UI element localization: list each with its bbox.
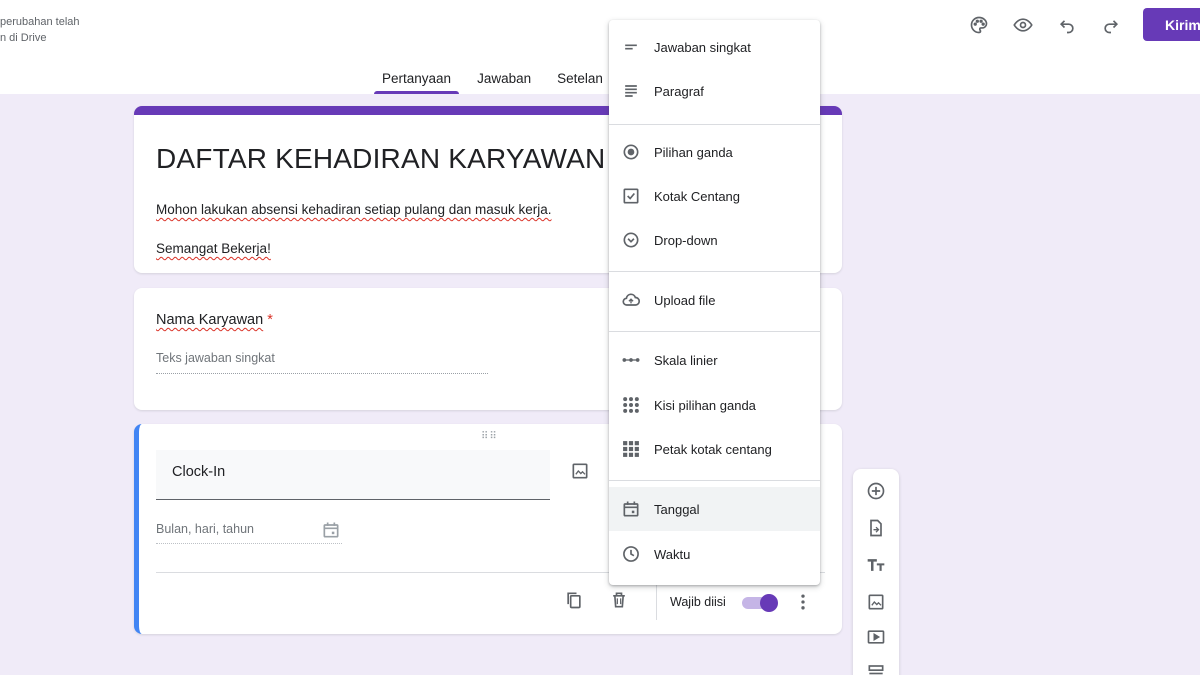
redo-icon[interactable]	[1092, 12, 1130, 38]
question-type-menu: Jawaban singkat Paragraf Pilihan ganda K…	[609, 20, 820, 585]
menu-item-label: Kotak Centang	[654, 188, 741, 204]
question-footer: Wajib diisi	[139, 584, 842, 620]
menu-item-dropdown[interactable]: Drop-down	[609, 218, 820, 262]
menu-item-date[interactable]: Tanggal	[609, 487, 820, 531]
menu-item-label: Petak kotak centang	[654, 441, 772, 457]
short-answer-placeholder: Teks jawaban singkat	[156, 351, 488, 374]
date-answer-field: Bulan, hari, tahun	[156, 520, 342, 544]
menu-item-multiple-choice-grid[interactable]: Kisi pilihan ganda	[609, 383, 820, 427]
save-status: perubahan telah n di Drive	[0, 14, 80, 46]
palette-icon[interactable]	[960, 12, 998, 38]
menu-item-label: Tanggal	[654, 501, 700, 517]
required-label: Wajib diisi	[670, 595, 726, 609]
menu-item-label: Waktu	[654, 546, 691, 562]
menu-divider	[609, 271, 820, 272]
toggle-thumb	[760, 594, 778, 612]
copy-icon[interactable]	[564, 590, 584, 615]
menu-item-label: Skala linier	[654, 352, 718, 368]
menu-item-multiple-choice[interactable]: Pilihan ganda	[609, 130, 820, 174]
menu-item-short-answer[interactable]: Jawaban singkat	[609, 25, 820, 69]
top-header: perubahan telah n di Drive Kirim Pertany…	[0, 0, 1200, 94]
add-video-icon[interactable]	[866, 627, 886, 647]
drag-handle-icon[interactable]: ⠿⠿	[481, 431, 498, 442]
tab-responses[interactable]: Jawaban	[469, 64, 539, 94]
undo-icon[interactable]	[1048, 12, 1086, 38]
add-question-icon[interactable]	[866, 481, 886, 501]
dropdown-icon	[621, 230, 641, 250]
menu-item-label: Paragraf	[654, 83, 704, 99]
save-status-line1: perubahan telah	[0, 16, 80, 28]
add-section-icon[interactable]	[866, 661, 886, 675]
menu-item-label: Pilihan ganda	[654, 144, 733, 160]
menu-item-label: Drop-down	[654, 232, 718, 248]
menu-item-checkboxes[interactable]: Kotak Centang	[609, 174, 820, 218]
question-title: Clock-In	[172, 464, 226, 480]
form-tabs: Pertanyaan Jawaban Setelan	[374, 64, 621, 94]
date-placeholder: Bulan, hari, tahun	[156, 522, 254, 536]
calendar-icon	[621, 499, 641, 519]
add-image-icon[interactable]	[569, 460, 591, 482]
form-description[interactable]: Mohon lakukan absensi kehadiran setiap p…	[156, 199, 552, 220]
question-title-field[interactable]: Clock-In	[156, 450, 550, 500]
add-image-icon[interactable]	[866, 592, 886, 612]
save-status-line2: n di Drive	[0, 32, 47, 44]
radio-icon	[621, 142, 641, 162]
menu-divider	[609, 331, 820, 332]
tab-questions[interactable]: Pertanyaan	[374, 64, 460, 94]
menu-item-linear-scale[interactable]: Skala linier	[609, 338, 820, 382]
form-description-line2[interactable]: Semangat Bekerja!	[156, 241, 271, 256]
checkbox-icon	[621, 186, 641, 206]
footer-separator	[656, 584, 657, 620]
eye-icon[interactable]	[1004, 12, 1042, 38]
form-title[interactable]: DAFTAR KEHADIRAN KARYAWAN	[156, 143, 605, 175]
tab-settings[interactable]: Setelan	[549, 64, 611, 94]
menu-item-label: Upload file	[654, 292, 716, 308]
required-toggle[interactable]	[742, 594, 778, 612]
menu-item-paragraph[interactable]: Paragraf	[609, 69, 820, 113]
grid-icon	[621, 395, 641, 415]
import-questions-icon[interactable]	[866, 518, 886, 538]
menu-item-label: Kisi pilihan ganda	[654, 397, 756, 413]
menu-item-checkbox-grid[interactable]: Petak kotak centang	[609, 427, 820, 471]
side-toolbar	[853, 469, 899, 675]
short-text-icon	[621, 37, 641, 57]
checkbox-grid-icon	[621, 439, 641, 459]
clock-icon	[621, 544, 641, 564]
question-label: Nama Karyawan *	[156, 312, 273, 328]
more-vert-icon[interactable]	[793, 592, 813, 617]
menu-item-upload-file[interactable]: Upload file	[609, 278, 820, 322]
add-title-icon[interactable]	[866, 555, 886, 575]
menu-item-time[interactable]: Waktu	[609, 532, 820, 576]
required-star: *	[267, 312, 273, 328]
send-button[interactable]: Kirim	[1143, 8, 1200, 41]
question-label-text: Nama Karyawan	[156, 312, 264, 328]
calendar-icon	[321, 520, 341, 545]
linear-scale-icon	[621, 350, 641, 370]
menu-divider	[609, 480, 820, 481]
menu-divider	[609, 124, 820, 125]
header-toolbar	[960, 12, 1136, 38]
menu-item-label: Jawaban singkat	[654, 39, 751, 55]
upload-cloud-icon	[621, 290, 641, 310]
paragraph-icon	[621, 81, 641, 101]
delete-icon[interactable]	[609, 590, 629, 615]
